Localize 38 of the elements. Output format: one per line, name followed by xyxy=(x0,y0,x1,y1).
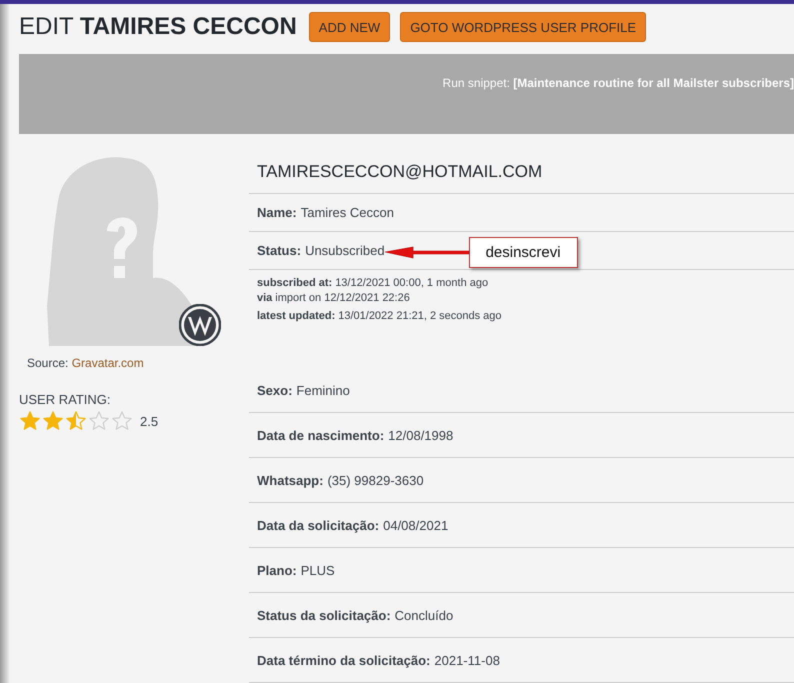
field-label: Status: xyxy=(257,243,302,258)
add-new-button[interactable]: ADD NEW xyxy=(308,12,390,42)
field-value: Concluído xyxy=(394,608,454,622)
field-value: PLUS xyxy=(300,562,335,578)
annotation-callout: desinscrevi xyxy=(468,236,578,268)
rating-value: 2.5 xyxy=(140,414,158,428)
field-label: Status da solicitação: xyxy=(257,608,391,622)
wordpress-profile-button[interactable]: GOTO WORDPRESS USER PROFILE xyxy=(400,12,646,42)
subscriber-email: TAMIRESCECCON@HOTMAIL.COM xyxy=(249,156,794,194)
field-value: 12/08/1998 xyxy=(388,428,454,442)
field-label: Data da solicitação: xyxy=(257,518,380,532)
field-label: Data término da solicitação: xyxy=(257,652,430,668)
gravatar-link[interactable]: Gravatar.com xyxy=(72,356,144,370)
field-value: Unsubscribed xyxy=(305,243,385,258)
field-label: Name: xyxy=(257,205,297,220)
field-value: 04/08/2021 xyxy=(383,518,448,532)
field-value: (35) 99829-3630 xyxy=(327,472,424,488)
field-label: Data de nascimento: xyxy=(257,428,384,442)
star-rating[interactable]: 2.5 xyxy=(19,410,158,432)
star-icon xyxy=(88,410,110,432)
subscription-detail: subscribed at: 13/12/2021 00:00, 1 month ago xyxy=(257,276,490,291)
rating-label: USER RATING: xyxy=(19,392,112,407)
field-label: Whatsapp: xyxy=(257,472,324,488)
snippet-text: Run snippet: [Maintenance routine for all Mailster subscribers] xyxy=(442,76,794,90)
star-icon xyxy=(19,410,41,432)
logo-badge-icon xyxy=(179,304,221,346)
field-label: Sexo: xyxy=(257,382,292,398)
subscription-detail: latest updated: 13/01/2022 21:21, 2 seconds ago xyxy=(257,309,503,324)
star-icon xyxy=(42,410,64,432)
source-label: Source: xyxy=(27,356,70,370)
field-value: Tamires Ceccon xyxy=(300,205,394,220)
field-label: Plano: xyxy=(257,562,297,578)
field-value: Feminino xyxy=(296,382,350,398)
field-value: 2021-11-08 xyxy=(434,652,500,668)
star-icon xyxy=(65,410,87,432)
page-title: EDIT TAMIRES CECCON xyxy=(19,13,297,41)
star-icon xyxy=(111,410,133,432)
subscription-detail: via import on 12/12/2021 22:26 xyxy=(257,291,411,306)
